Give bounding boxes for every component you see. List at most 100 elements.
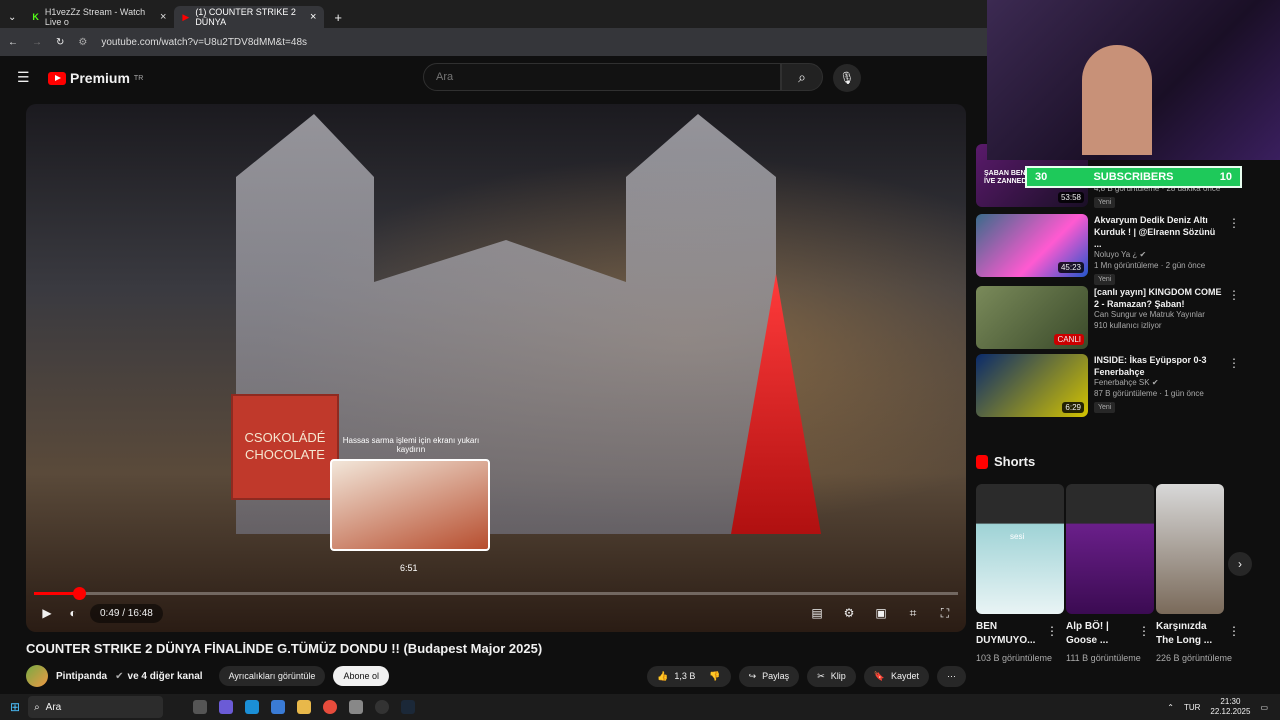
voice-search-button[interactable]: 🎙 — [833, 64, 861, 92]
youtube-icon: ▶ — [182, 11, 190, 22]
avatar[interactable] — [26, 665, 48, 687]
like-button[interactable]: 👍 1,3 B 👎 — [647, 665, 731, 687]
seek-preview-thumbnail — [330, 459, 490, 551]
more-icon[interactable]: ⋮ — [1138, 624, 1150, 638]
edge-icon[interactable] — [245, 700, 260, 714]
tab-menu-icon[interactable]: ⌄ — [8, 12, 16, 23]
shorts-icon — [976, 454, 988, 469]
volume-button[interactable]: ◐ — [60, 601, 86, 625]
duration-badge: 6:29 — [1062, 402, 1084, 413]
progress-bar[interactable] — [34, 587, 958, 600]
video-meta: 910 kullanıcı izliyor — [1094, 321, 1162, 331]
taskbar-search[interactable]: ⌕ Ara — [28, 696, 164, 718]
more-icon[interactable]: ⋮ — [1228, 624, 1240, 638]
more-icon[interactable]: ⋮ — [1228, 288, 1240, 302]
channel-extra[interactable]: ve 4 diğer kanal — [128, 671, 203, 682]
video-title[interactable]: [canlı yayın] KINGDOM COME 2 - Ramazan? … — [1094, 286, 1224, 310]
new-badge: Yeni — [1094, 196, 1116, 209]
thumbs-up-icon: 👍 — [657, 670, 669, 681]
verified-icon: ✔ — [115, 670, 124, 682]
channel-name: Can Sungur ve Matruk Yayınlar — [1094, 310, 1205, 320]
close-icon[interactable]: × — [310, 11, 316, 23]
forward-icon[interactable]: → — [32, 37, 42, 48]
share-button[interactable]: ↪ Paylaş — [738, 665, 800, 687]
close-icon[interactable]: × — [160, 11, 166, 23]
list-item[interactable]: CANLI [canlı yayın] KINGDOM COME 2 - Ram… — [976, 286, 1246, 352]
search-button[interactable]: ⌕ — [781, 63, 823, 91]
video-thumbnail[interactable]: 6:29 — [976, 354, 1088, 417]
list-item[interactable]: 45:23 Akvaryum Dedik Deniz Altı Kurduk !… — [976, 214, 1246, 286]
related-sidebar: ŞABAN BENİ RECEP İVE ZANNEDİYORL... 53:5… — [976, 104, 1252, 692]
perks-button[interactable]: Ayrıcalıkları görüntüle — [218, 666, 326, 686]
youtube-logo[interactable]: Premium TR — [48, 70, 143, 86]
subscribe-button[interactable]: Abone ol — [333, 666, 389, 686]
verified-icon: ✔ — [1151, 378, 1159, 388]
video-thumbnail[interactable]: 45:23 — [976, 214, 1088, 277]
url-text[interactable]: youtube.com/watch?v=U8u2TDV8dMM&t=48s — [101, 37, 307, 48]
video-title[interactable]: Akvaryum Dedik Deniz Altı Kurduk ! | @El… — [1094, 214, 1224, 250]
video-title[interactable]: INSIDE: İkas Eyüpspor 0-3 Fenerbahçe — [1094, 354, 1224, 378]
video-meta: 1 Mn görüntüleme · 2 gün önce — [1094, 261, 1206, 271]
clock[interactable]: 21:30 22.12.2025 — [1210, 697, 1250, 716]
search-input[interactable] — [423, 63, 781, 91]
progress-scrubber[interactable] — [73, 587, 87, 600]
steam-icon[interactable] — [401, 700, 416, 714]
channel-name: Noluyo Ya ¿ ✔ — [1094, 250, 1147, 260]
video-player[interactable]: CSOKOLÁDÉ CHOCOLATE Hassas sarma işlemi … — [26, 104, 966, 632]
new-tab-icon[interactable]: + — [334, 10, 342, 25]
back-icon[interactable]: ← — [8, 37, 18, 48]
short-title[interactable]: Alp BÖ! | Goose ... — [1066, 620, 1136, 647]
tab-youtube[interactable]: ▶ (1) COUNTER STRIKE 2 DÜNYA × — [174, 6, 325, 28]
language-indicator[interactable]: TUR — [1184, 703, 1200, 712]
shorts-heading: Shorts — [976, 454, 1035, 469]
folder-icon[interactable] — [297, 700, 312, 714]
webcam-overlay — [987, 0, 1280, 160]
more-actions-button[interactable]: ⋯ — [937, 665, 966, 687]
short-thumbnail[interactable] — [1156, 484, 1224, 614]
short-views: 111 B görüntüleme — [1066, 653, 1141, 663]
video-frame-sign: CSOKOLÁDÉ CHOCOLATE — [231, 394, 339, 500]
notification-icon[interactable]: ▭ — [1260, 703, 1268, 712]
windows-taskbar: ⊞ ⌕ Ara ⌃ TUR 21:30 22.12.2025 ▭ — [0, 694, 1280, 720]
tab-stream[interactable]: K H1vezZz Stream - Watch Live o × — [24, 6, 174, 28]
app-icon[interactable] — [349, 700, 364, 714]
thumbs-down-icon[interactable]: 👎 — [709, 671, 720, 682]
chrome-icon[interactable] — [323, 700, 338, 714]
subscriber-goal-bar: 30 SUBSCRIBERS 10 — [1025, 166, 1242, 188]
next-shorts-icon[interactable]: › — [1228, 552, 1252, 576]
list-item[interactable]: 6:29 INSIDE: İkas Eyüpspor 0-3 Fenerbahç… — [976, 354, 1246, 420]
more-icon[interactable]: ⋮ — [1228, 216, 1240, 230]
short-title[interactable]: Karşınızda The Long ... — [1156, 620, 1226, 647]
volume-icon: ◐ — [69, 606, 77, 620]
task-view-icon[interactable] — [193, 700, 208, 714]
clip-button[interactable]: ✂ Klip — [807, 665, 856, 687]
miniplayer-button[interactable]: ▣ — [868, 601, 894, 625]
site-info-icon[interactable]: ⚙ — [78, 37, 87, 48]
play-button[interactable]: ▶ — [34, 601, 60, 625]
windows-start-icon[interactable]: ⊞ — [10, 700, 20, 714]
short-title[interactable]: BEN DUYMUYO... — [976, 620, 1046, 647]
widgets-icon[interactable] — [219, 700, 234, 714]
settings-button[interactable]: ⚙ — [836, 601, 862, 625]
reload-icon[interactable]: ↻ — [56, 37, 64, 48]
miniplayer-icon: ▣ — [875, 606, 887, 620]
cast-button[interactable]: ⌗ — [900, 601, 926, 625]
channel-name[interactable]: Pintipanda — [56, 671, 107, 682]
short-thumbnail[interactable] — [1066, 484, 1154, 614]
menu-icon[interactable]: ☰ — [17, 69, 30, 86]
save-button[interactable]: 🔖 Kaydet — [863, 665, 929, 687]
more-icon[interactable]: ⋮ — [1228, 356, 1240, 370]
short-thumbnail[interactable]: sesi — [976, 484, 1064, 614]
chevron-up-icon[interactable]: ⌃ — [1167, 703, 1174, 712]
scissors-icon: ✂ — [817, 670, 825, 681]
obs-icon[interactable] — [375, 700, 390, 714]
fullscreen-button[interactable]: ⛶ — [932, 601, 958, 625]
store-icon[interactable] — [271, 700, 286, 714]
video-thumbnail[interactable]: CANLI — [976, 286, 1088, 349]
new-badge: Yeni — [1094, 401, 1116, 414]
new-badge: Yeni — [1094, 274, 1116, 286]
more-icon[interactable]: ⋮ — [1046, 624, 1058, 638]
subtitles-button[interactable]: ▤ — [804, 601, 830, 625]
short-views: 103 B görüntüleme — [976, 653, 1053, 663]
streamer-webcam — [1082, 45, 1152, 155]
